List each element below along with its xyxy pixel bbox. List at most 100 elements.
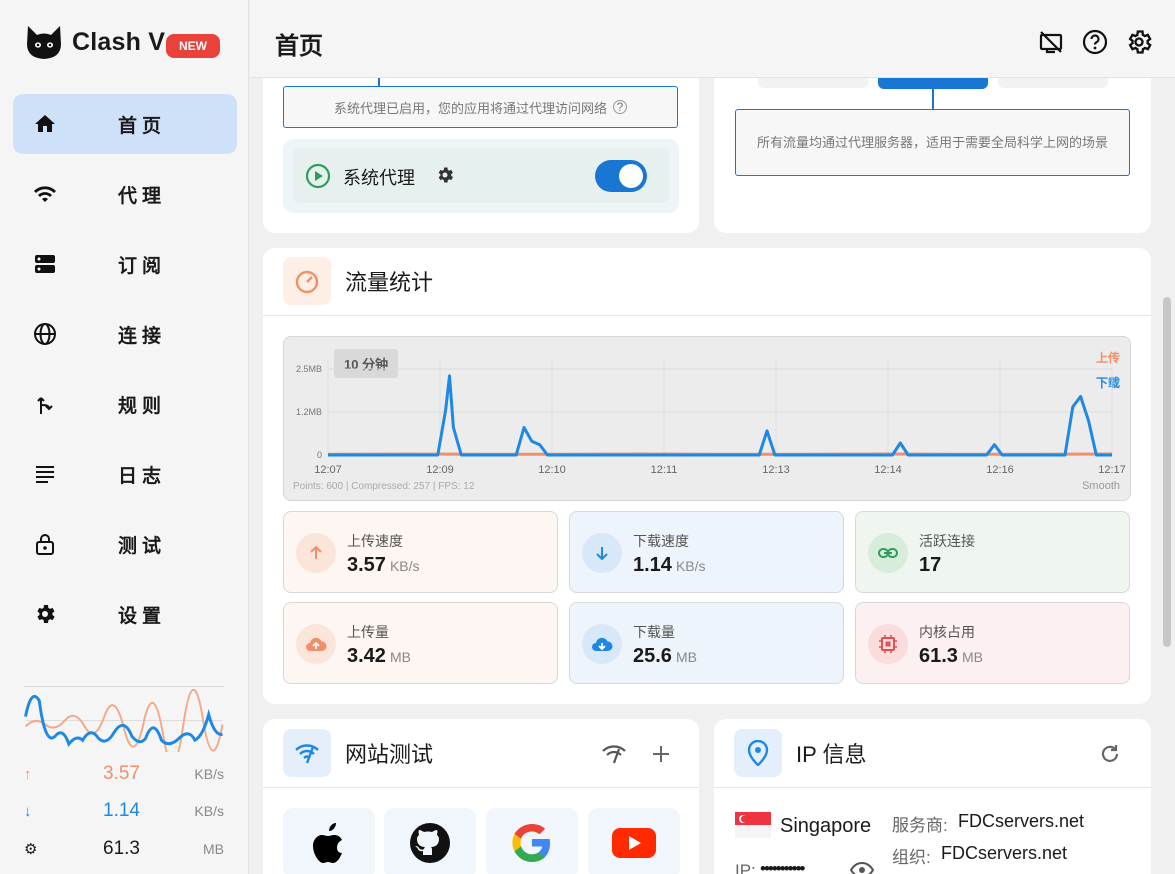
sidebar-item-label: 连接 [118,325,167,347]
sidebar-memory-unit: MB [203,841,224,857]
smooth-label[interactable]: Smooth [1082,480,1120,492]
wifi-icon [34,186,56,202]
sidebar-item-label: 首页 [118,115,167,137]
site-apple[interactable] [283,808,375,874]
x-tick-label: 12:16 [986,464,1014,476]
proxy-mode-description: 所有流量均通过代理服务器，适用于需要全局科学上网的场景 [735,109,1130,176]
traffic-title: 流量统计 [345,270,434,295]
sidebar-item-logs[interactable]: 日志 [13,444,237,504]
traffic-chart: 10 分钟 上传 下载 2.5MB 1.2MB 0 12:07 12:09 12:10 12… [283,336,1131,501]
sidebar-download-value: 1.14 [103,800,140,821]
sidebar-item-subscription[interactable]: 订阅 [13,234,237,294]
site-github[interactable] [384,808,476,874]
apple-icon [313,823,342,863]
brand: Clash V NEW [24,22,220,62]
site-google[interactable] [486,808,578,874]
sidebar-item-connections[interactable]: 连接 [13,304,237,364]
log-icon [36,466,54,483]
stat-unit: MB [675,649,697,665]
site-youtube[interactable] [588,808,680,874]
refresh-icon[interactable] [1098,742,1122,766]
stat-label: 活跃连接 [919,533,975,549]
header-actions [1037,28,1153,56]
stat-value: 61.3 MB [919,645,983,668]
x-tick-label: 12:09 [426,464,454,476]
arrow-down-icon [582,533,622,573]
sidebar-download-stat: ↓ 1.14 KB/s [24,799,224,823]
sidebar-item-home[interactable]: 首页 [13,94,237,154]
stat-unit: MB [961,649,983,665]
settings-gear-icon[interactable] [1125,28,1153,56]
sidebar-upload-unit: KB/s [194,766,224,782]
sidebar-memory-value: 61.3 [103,838,140,859]
stat-label: 下载速度 [633,533,689,549]
gear-icon [37,605,55,623]
system-proxy-toggle[interactable] [595,160,647,192]
sidebar-item-label: 订阅 [118,255,167,277]
stat-label: 上传量 [347,624,389,640]
sidebar-upload-value: 3.57 [103,763,140,784]
location-pin-icon [734,729,782,777]
isp-label: 服务商: [892,816,948,835]
mode-direct-button[interactable] [998,78,1108,88]
traffic-header: 流量统计 [283,257,433,305]
mode-connector [932,88,934,110]
ip-info-card: IP 信息 Singapore IP: ••••••••••• 服务商: FDC… [714,719,1151,874]
ip-info-header: IP 信息 [734,729,867,777]
x-tick-label: 12:11 [651,464,678,476]
stat-value: 3.42 MB [347,645,411,668]
chip-icon [868,624,908,664]
lock-icon [36,534,54,555]
sidebar-item-settings[interactable]: 设置 [13,584,237,644]
stat-number: 61.3 [919,645,958,667]
traffic-chart-plot: 2.5MB 1.2MB 0 12:07 12:09 12:10 12:11 12:13 12:1… [296,359,1126,476]
link-icon [868,533,908,573]
sidebar-item-label: 日志 [118,465,167,487]
x-tick-label: 12:07 [314,464,342,476]
sidebar-item-label: 代理 [118,185,167,207]
globe-icon [34,323,56,345]
sidebar-item-label: 设置 [118,605,167,627]
service-mode-icon[interactable] [1037,28,1065,56]
stat-unit: MB [389,649,411,665]
system-proxy-hint: 系统代理已启用，您的应用将通过代理访问网络 ? [283,86,678,128]
x-tick-label: 12:10 [538,464,566,476]
download-series-line [328,374,1112,457]
home-icon [35,115,55,132]
eye-icon[interactable] [850,861,874,874]
stat-unit: KB/s [389,558,420,574]
proxy-settings-gear-icon[interactable] [435,165,455,185]
divider [263,787,699,788]
download-speed-tile: 下载速度 1.14 KB/s [569,511,844,593]
sidebar-item-rules[interactable]: 规则 [13,374,237,434]
test-all-icon[interactable] [601,743,627,765]
site-test-header: 网站测试 [283,729,433,777]
help-icon[interactable] [1081,28,1109,56]
x-tick-label: 12:14 [874,464,902,476]
site-test-title: 网站测试 [345,742,434,767]
main-scrollbar[interactable] [1163,297,1171,647]
info-icon[interactable]: ? [613,100,627,114]
x-tick-label: 12:13 [762,464,790,476]
upload-total-tile: 上传量 3.42 MB [283,602,558,684]
header: 首页 [250,0,1175,78]
add-icon[interactable] [651,744,671,764]
upload-speed-tile: 上传速度 3.57 KB/s [283,511,558,593]
mode-rule-button[interactable] [758,78,868,88]
stat-unit: KB/s [675,558,706,574]
sidebar: Clash V NEW 首页 代理 订阅 连接 规则 日志 测试 设置 ↑ 3.… [0,0,249,874]
y-tick-label: 2.5MB [296,364,322,374]
app-name: Clash V [72,27,166,56]
stat-value: 17 [919,554,945,577]
traffic-sparkline [24,686,224,752]
new-badge: NEW [166,34,220,58]
system-proxy-label: 系统代理 [343,168,415,188]
sidebar-item-test[interactable]: 测试 [13,514,237,574]
youtube-icon [612,828,656,858]
sidebar-item-label: 规则 [118,395,167,417]
stat-number: 17 [919,554,942,576]
sidebar-item-proxy[interactable]: 代理 [13,164,237,224]
y-tick-label: 0 [317,450,322,460]
ip-info-title: IP 信息 [796,742,867,767]
stat-label: 内核占用 [919,624,975,640]
